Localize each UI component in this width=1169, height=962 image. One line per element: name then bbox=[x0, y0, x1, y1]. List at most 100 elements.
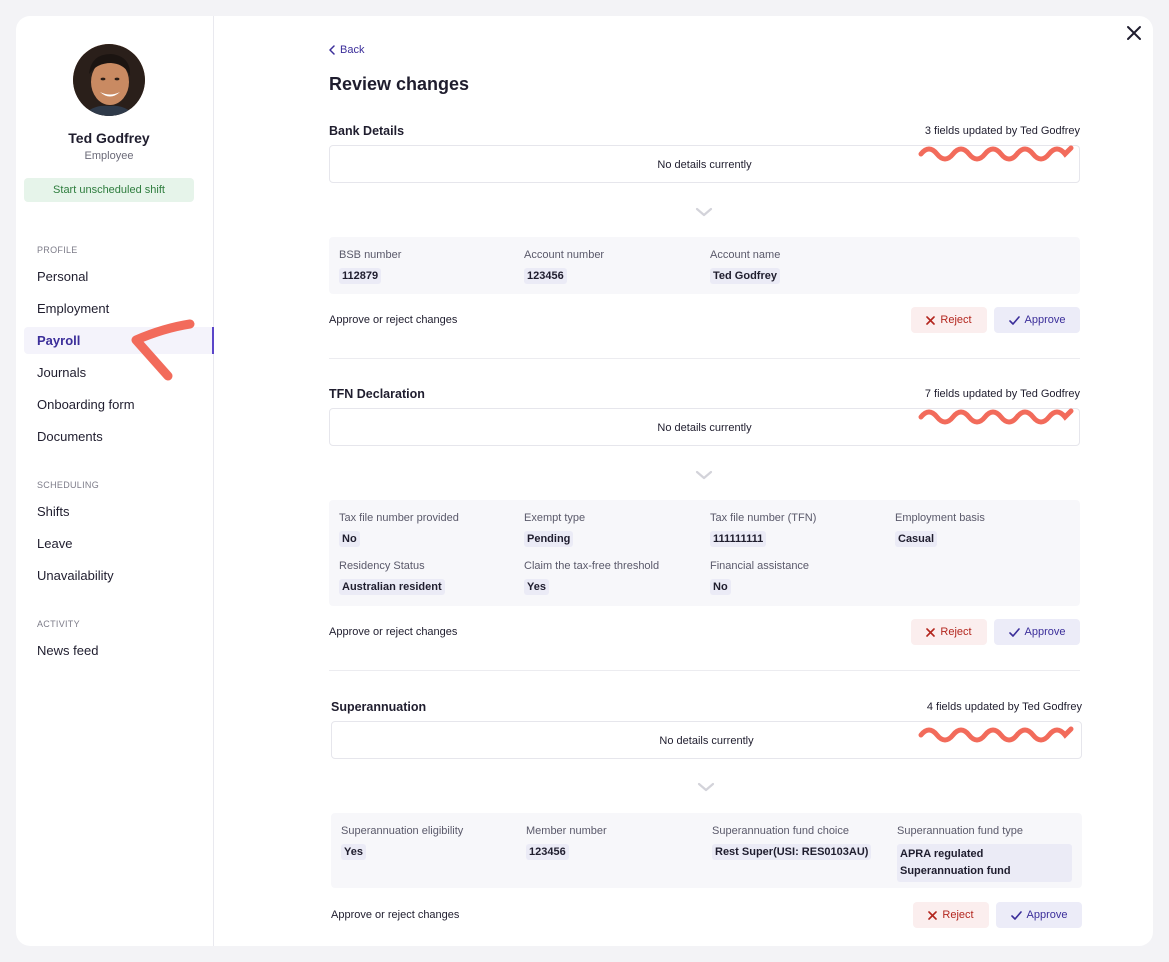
reject-label: Reject bbox=[942, 909, 974, 921]
field-value: 123456 bbox=[524, 268, 567, 284]
field-label: Tax file number provided bbox=[339, 512, 459, 524]
x-icon bbox=[926, 315, 936, 325]
field-tfn-provided: Tax file number provided No bbox=[339, 512, 459, 547]
field-value: Pending bbox=[524, 531, 574, 547]
approve-button[interactable]: Approve bbox=[994, 307, 1080, 333]
updated-details-box: Superannuation eligibility Yes Member nu… bbox=[331, 813, 1082, 888]
field-label: Superannuation eligibility bbox=[341, 825, 464, 837]
field-label: Exempt type bbox=[524, 512, 586, 524]
field-bsb-number: BSB number 112879 bbox=[339, 249, 401, 284]
field-value: 112879 bbox=[339, 268, 382, 284]
sidebar-item-shifts[interactable]: Shifts bbox=[24, 498, 214, 525]
chevron-down-icon bbox=[695, 470, 713, 480]
sidebar-item-onboarding-form[interactable]: Onboarding form bbox=[24, 391, 214, 418]
annotation-squiggle-icon bbox=[918, 726, 1074, 743]
reject-button[interactable]: Reject bbox=[911, 307, 987, 333]
field-member-number: Member number 123456 bbox=[526, 825, 607, 860]
section-divider bbox=[329, 670, 1080, 671]
check-icon bbox=[1010, 910, 1022, 920]
field-label: Account name bbox=[710, 249, 781, 261]
profile-role: Employee bbox=[84, 150, 134, 162]
approve-reject-prompt: Approve or reject changes bbox=[329, 626, 458, 638]
field-super-fund-choice: Superannuation fund choice Rest Super(US… bbox=[712, 825, 872, 860]
close-icon[interactable] bbox=[1125, 24, 1143, 42]
start-unscheduled-shift-button[interactable]: Start unscheduled shift bbox=[24, 178, 194, 202]
updated-fields-count: 7 fields updated by Ted Godfrey bbox=[924, 388, 1080, 400]
field-label: Account number bbox=[524, 249, 605, 261]
sidebar-item-news-feed[interactable]: News feed bbox=[24, 637, 214, 664]
field-account-number: Account number 123456 bbox=[524, 249, 604, 284]
field-value: Casual bbox=[895, 531, 938, 547]
avatar-photo-icon bbox=[73, 44, 145, 116]
field-value: 123456 bbox=[526, 844, 569, 860]
approval-actions: Approve or reject changes Reject Approve bbox=[331, 902, 1082, 928]
section-divider bbox=[329, 358, 1080, 359]
chevron-down-icon bbox=[695, 207, 713, 217]
updated-details-box: BSB number 112879 Account number 123456 … bbox=[329, 237, 1080, 294]
field-label: Financial assistance bbox=[710, 560, 810, 572]
section-title: Bank Details bbox=[329, 124, 405, 138]
chevron-left-icon bbox=[329, 45, 335, 55]
field-label: Claim the tax-free threshold bbox=[524, 560, 660, 572]
field-super-eligibility: Superannuation eligibility Yes bbox=[341, 825, 463, 860]
field-value: Yes bbox=[341, 844, 366, 860]
nav-heading-profile: PROFILE bbox=[37, 245, 78, 255]
field-super-fund-type: Superannuation fund type APRA regulated … bbox=[897, 825, 1072, 882]
field-residency-status: Residency Status Australian resident bbox=[339, 560, 445, 595]
field-label: Member number bbox=[526, 825, 607, 837]
app-window: Ted Godfrey Employee Start unscheduled s… bbox=[16, 16, 1153, 946]
avatar bbox=[73, 44, 145, 116]
field-value: Australian resident bbox=[339, 579, 445, 595]
field-exempt-type: Exempt type Pending bbox=[524, 512, 585, 547]
x-icon bbox=[928, 910, 938, 920]
sidebar-item-unavailability[interactable]: Unavailability bbox=[24, 562, 214, 589]
x-icon bbox=[926, 627, 936, 637]
annotation-squiggle-icon bbox=[918, 145, 1074, 162]
field-tax-free-threshold: Claim the tax-free threshold Yes bbox=[524, 560, 659, 595]
field-employment-basis: Employment basis Casual bbox=[895, 512, 985, 547]
chevron-down-icon bbox=[697, 782, 715, 792]
approve-reject-prompt: Approve or reject changes bbox=[331, 909, 460, 921]
approve-label: Approve bbox=[1024, 314, 1066, 326]
annotation-arrow-icon bbox=[131, 319, 195, 381]
back-label: Back bbox=[340, 44, 365, 56]
check-icon bbox=[1008, 627, 1020, 637]
sidebar: Ted Godfrey Employee Start unscheduled s… bbox=[16, 16, 214, 946]
reject-label: Reject bbox=[940, 626, 972, 638]
approve-reject-prompt: Approve or reject changes bbox=[329, 314, 458, 326]
approve-label: Approve bbox=[1026, 909, 1068, 921]
approve-button[interactable]: Approve bbox=[994, 619, 1080, 645]
sidebar-item-personal[interactable]: Personal bbox=[24, 263, 214, 290]
profile-name: Ted Godfrey bbox=[68, 130, 150, 146]
field-label: Employment basis bbox=[895, 512, 985, 524]
nav-heading-activity: ACTIVITY bbox=[37, 619, 80, 629]
sidebar-item-documents[interactable]: Documents bbox=[24, 423, 214, 450]
approval-actions: Approve or reject changes Reject Approve bbox=[329, 619, 1080, 645]
field-value: Rest Super(USI: RES0103AU) bbox=[712, 844, 872, 860]
section-title: TFN Declaration bbox=[329, 387, 425, 401]
field-value: Yes bbox=[524, 579, 549, 595]
reject-button[interactable]: Reject bbox=[913, 902, 989, 928]
field-label: Superannuation fund choice bbox=[712, 825, 849, 837]
updated-fields-count: 4 fields updated by Ted Godfrey bbox=[926, 701, 1082, 713]
approval-actions: Approve or reject changes Reject Approve bbox=[329, 307, 1080, 333]
section-title: Superannuation bbox=[331, 700, 427, 714]
field-value: Ted Godfrey bbox=[710, 268, 780, 284]
field-label: Residency Status bbox=[339, 560, 425, 572]
field-label: Superannuation fund type bbox=[897, 825, 1023, 837]
page-title: Review changes bbox=[329, 74, 470, 94]
annotation-squiggle-icon bbox=[918, 408, 1074, 425]
field-financial-assistance: Financial assistance No bbox=[710, 560, 809, 595]
approve-button[interactable]: Approve bbox=[996, 902, 1082, 928]
check-icon bbox=[1008, 315, 1020, 325]
field-label: Tax file number (TFN) bbox=[710, 512, 817, 524]
field-account-name: Account name Ted Godfrey bbox=[710, 249, 780, 284]
nav-heading-scheduling: SCHEDULING bbox=[37, 480, 100, 490]
back-link[interactable]: Back bbox=[329, 44, 364, 56]
approve-label: Approve bbox=[1024, 626, 1066, 638]
reject-label: Reject bbox=[940, 314, 972, 326]
field-tfn: Tax file number (TFN) 111111111 bbox=[710, 512, 816, 547]
updated-fields-count: 3 fields updated by Ted Godfrey bbox=[924, 125, 1080, 137]
reject-button[interactable]: Reject bbox=[911, 619, 987, 645]
sidebar-item-leave[interactable]: Leave bbox=[24, 530, 214, 557]
